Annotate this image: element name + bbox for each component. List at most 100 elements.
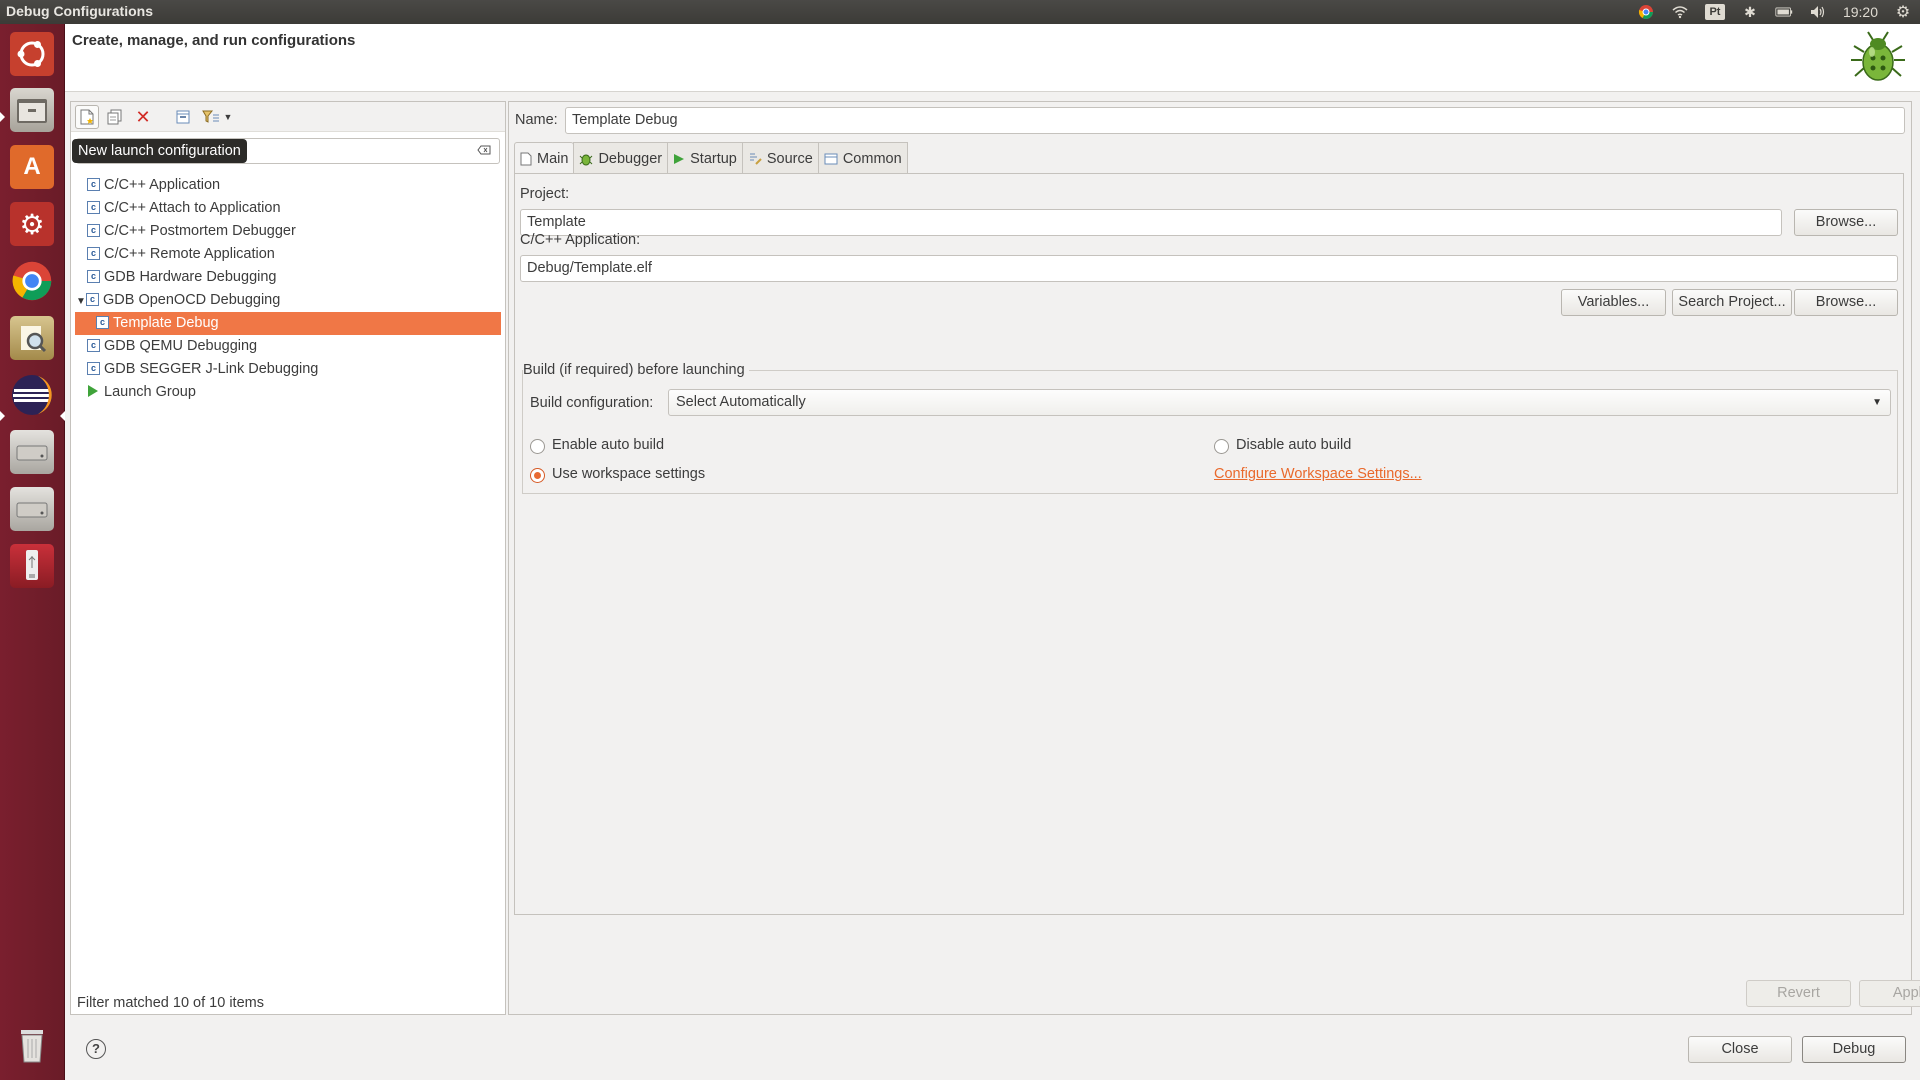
source-icon (749, 153, 762, 165)
system-tray: Pt ✱ 19:20 ⚙ (1637, 0, 1912, 24)
files-icon (10, 88, 54, 132)
apply-button[interactable]: Apply (1859, 980, 1920, 1007)
application-field[interactable]: Debug/Template.elf (520, 255, 1898, 282)
close-button[interactable]: Close (1688, 1036, 1792, 1063)
launcher-disk-2[interactable] (6, 483, 58, 535)
revert-button[interactable]: Revert (1746, 980, 1851, 1007)
browse-project-button[interactable]: Browse... (1794, 209, 1898, 236)
volume-icon[interactable] (1809, 4, 1827, 20)
c-config-icon: c (87, 246, 100, 260)
clock[interactable]: 19:20 (1843, 4, 1878, 20)
chrome-icon (10, 259, 54, 303)
expand-arrow-icon[interactable]: ▼ (76, 290, 86, 313)
launcher-chrome[interactable] (6, 255, 58, 307)
launch-configuration-list-pane: ✕ ▼ New launch configuration c C/C++ Appl… (70, 101, 506, 1015)
duplicate-configuration-button[interactable] (103, 105, 127, 129)
bluetooth-icon[interactable]: ✱ (1741, 4, 1759, 20)
debug-button[interactable]: Debug (1802, 1036, 1906, 1063)
disable-auto-build-radio[interactable] (1214, 439, 1229, 454)
debug-bug-icon (1848, 28, 1908, 88)
tree-item-gdb-openocd[interactable]: ▼ c GDB OpenOCD Debugging (71, 289, 505, 312)
browse-application-button[interactable]: Browse... (1794, 289, 1898, 316)
build-configuration-label: Build configuration: (530, 395, 654, 411)
c-config-icon: c (96, 315, 109, 329)
configure-workspace-settings-link[interactable]: Configure Workspace Settings... (1214, 466, 1422, 482)
play-icon (674, 153, 685, 164)
c-config-icon: c (86, 292, 99, 306)
launcher-running-pip (0, 112, 5, 122)
launcher-software-center[interactable]: A (6, 141, 58, 193)
c-config-icon: c (87, 177, 100, 191)
main-tab-panel: Project: Template Browse... C/C++ Applic… (514, 173, 1904, 915)
dialog-header-title: Create, manage, and run configurations (72, 32, 356, 49)
launcher-dash[interactable] (6, 28, 58, 80)
configuration-editor-pane: Name: Template Debug Main Debugger Start… (508, 101, 1920, 1015)
config-tabs: Main Debugger Startup Source Common (514, 142, 908, 174)
text-editor-icon (10, 316, 54, 360)
filter-status: Filter matched 10 of 10 items (77, 995, 264, 1011)
c-config-icon: c (87, 269, 100, 283)
tab-source[interactable]: Source (741, 142, 819, 174)
launcher-files[interactable] (6, 84, 58, 136)
tree-item-gdb-qemu[interactable]: c GDB QEMU Debugging (71, 335, 505, 358)
tree-item-gdb-hardware[interactable]: c GDB Hardware Debugging (71, 266, 505, 289)
new-launch-configuration-button[interactable] (75, 105, 99, 129)
launcher-running-pip (0, 411, 5, 421)
tree-item-launch-group[interactable]: Launch Group (71, 381, 505, 404)
launcher-system-settings[interactable]: ⚙ (6, 198, 58, 250)
tree-item-cpp-attach[interactable]: c C/C++ Attach to Application (71, 197, 505, 220)
clear-filter-icon[interactable] (477, 144, 491, 158)
c-config-icon: c (87, 223, 100, 237)
build-group-title: Build (if required) before launching (523, 362, 749, 378)
use-workspace-settings-label[interactable]: Use workspace settings (552, 466, 705, 482)
c-config-icon: c (87, 338, 100, 352)
tree-item-cpp-application[interactable]: c C/C++ Application (71, 174, 505, 197)
disable-auto-build-label[interactable]: Disable auto build (1236, 437, 1351, 453)
dialog-header: Create, manage, and run configurations (65, 24, 1920, 92)
tab-startup[interactable]: Startup (667, 142, 743, 174)
name-label: Name: (515, 112, 558, 128)
build-configuration-select[interactable]: Select Automatically ▼ (668, 389, 1891, 416)
bug-icon (580, 154, 593, 165)
tree-item-gdb-segger[interactable]: c GDB SEGGER J-Link Debugging (71, 358, 505, 381)
session-gear-icon[interactable]: ⚙ (1894, 4, 1912, 21)
launcher-trash[interactable] (6, 1018, 58, 1070)
launcher: A ⚙ (0, 24, 65, 1080)
launcher-text-editor[interactable] (6, 312, 58, 364)
tree-item-cpp-remote[interactable]: c C/C++ Remote Application (71, 243, 505, 266)
filter-dropdown-icon[interactable]: ▼ (221, 105, 235, 129)
enable-auto-build-label[interactable]: Enable auto build (552, 437, 664, 453)
top-panel: Debug Configurations Pt ✱ 19:20 ⚙ (0, 0, 1920, 24)
chrome-indicator-icon[interactable] (1637, 4, 1655, 20)
tab-main[interactable]: Main (514, 142, 575, 174)
help-icon[interactable]: ? (86, 1039, 106, 1059)
use-workspace-settings-radio[interactable] (530, 468, 545, 483)
tooltip: New launch configuration (72, 139, 247, 163)
launcher-usb-drive[interactable] (6, 540, 58, 592)
enable-auto-build-radio[interactable] (530, 439, 545, 454)
tab-debugger[interactable]: Debugger (573, 142, 669, 174)
project-field[interactable]: Template (520, 209, 1782, 236)
launcher-eclipse[interactable] (6, 369, 58, 421)
battery-icon[interactable] (1775, 4, 1793, 20)
list-toolbar: ✕ ▼ (71, 102, 505, 132)
project-label: Project: (520, 186, 570, 202)
c-config-icon: c (87, 361, 100, 375)
software-center-icon: A (10, 145, 54, 189)
usb-drive-icon (10, 544, 54, 588)
wifi-icon[interactable] (1671, 4, 1689, 20)
application-label: C/C++ Application: (520, 232, 641, 248)
variables-button[interactable]: Variables... (1561, 289, 1666, 316)
filter-configurations-button[interactable] (199, 105, 223, 129)
tree-item-cpp-postmortem[interactable]: c C/C++ Postmortem Debugger (71, 220, 505, 243)
delete-configuration-icon[interactable]: ✕ (131, 105, 155, 129)
collapse-all-button[interactable] (171, 105, 195, 129)
launcher-disk-1[interactable] (6, 426, 58, 478)
configuration-tree: c C/C++ Application c C/C++ Attach to Appl… (71, 174, 505, 404)
ubuntu-logo-icon (10, 32, 54, 76)
name-field[interactable]: Template Debug (565, 107, 1905, 134)
tab-common[interactable]: Common (817, 142, 908, 174)
keyboard-layout-icon[interactable]: Pt (1704, 4, 1725, 20)
tree-item-template-debug[interactable]: c Template Debug (75, 312, 501, 335)
search-project-button[interactable]: Search Project... (1672, 289, 1792, 316)
